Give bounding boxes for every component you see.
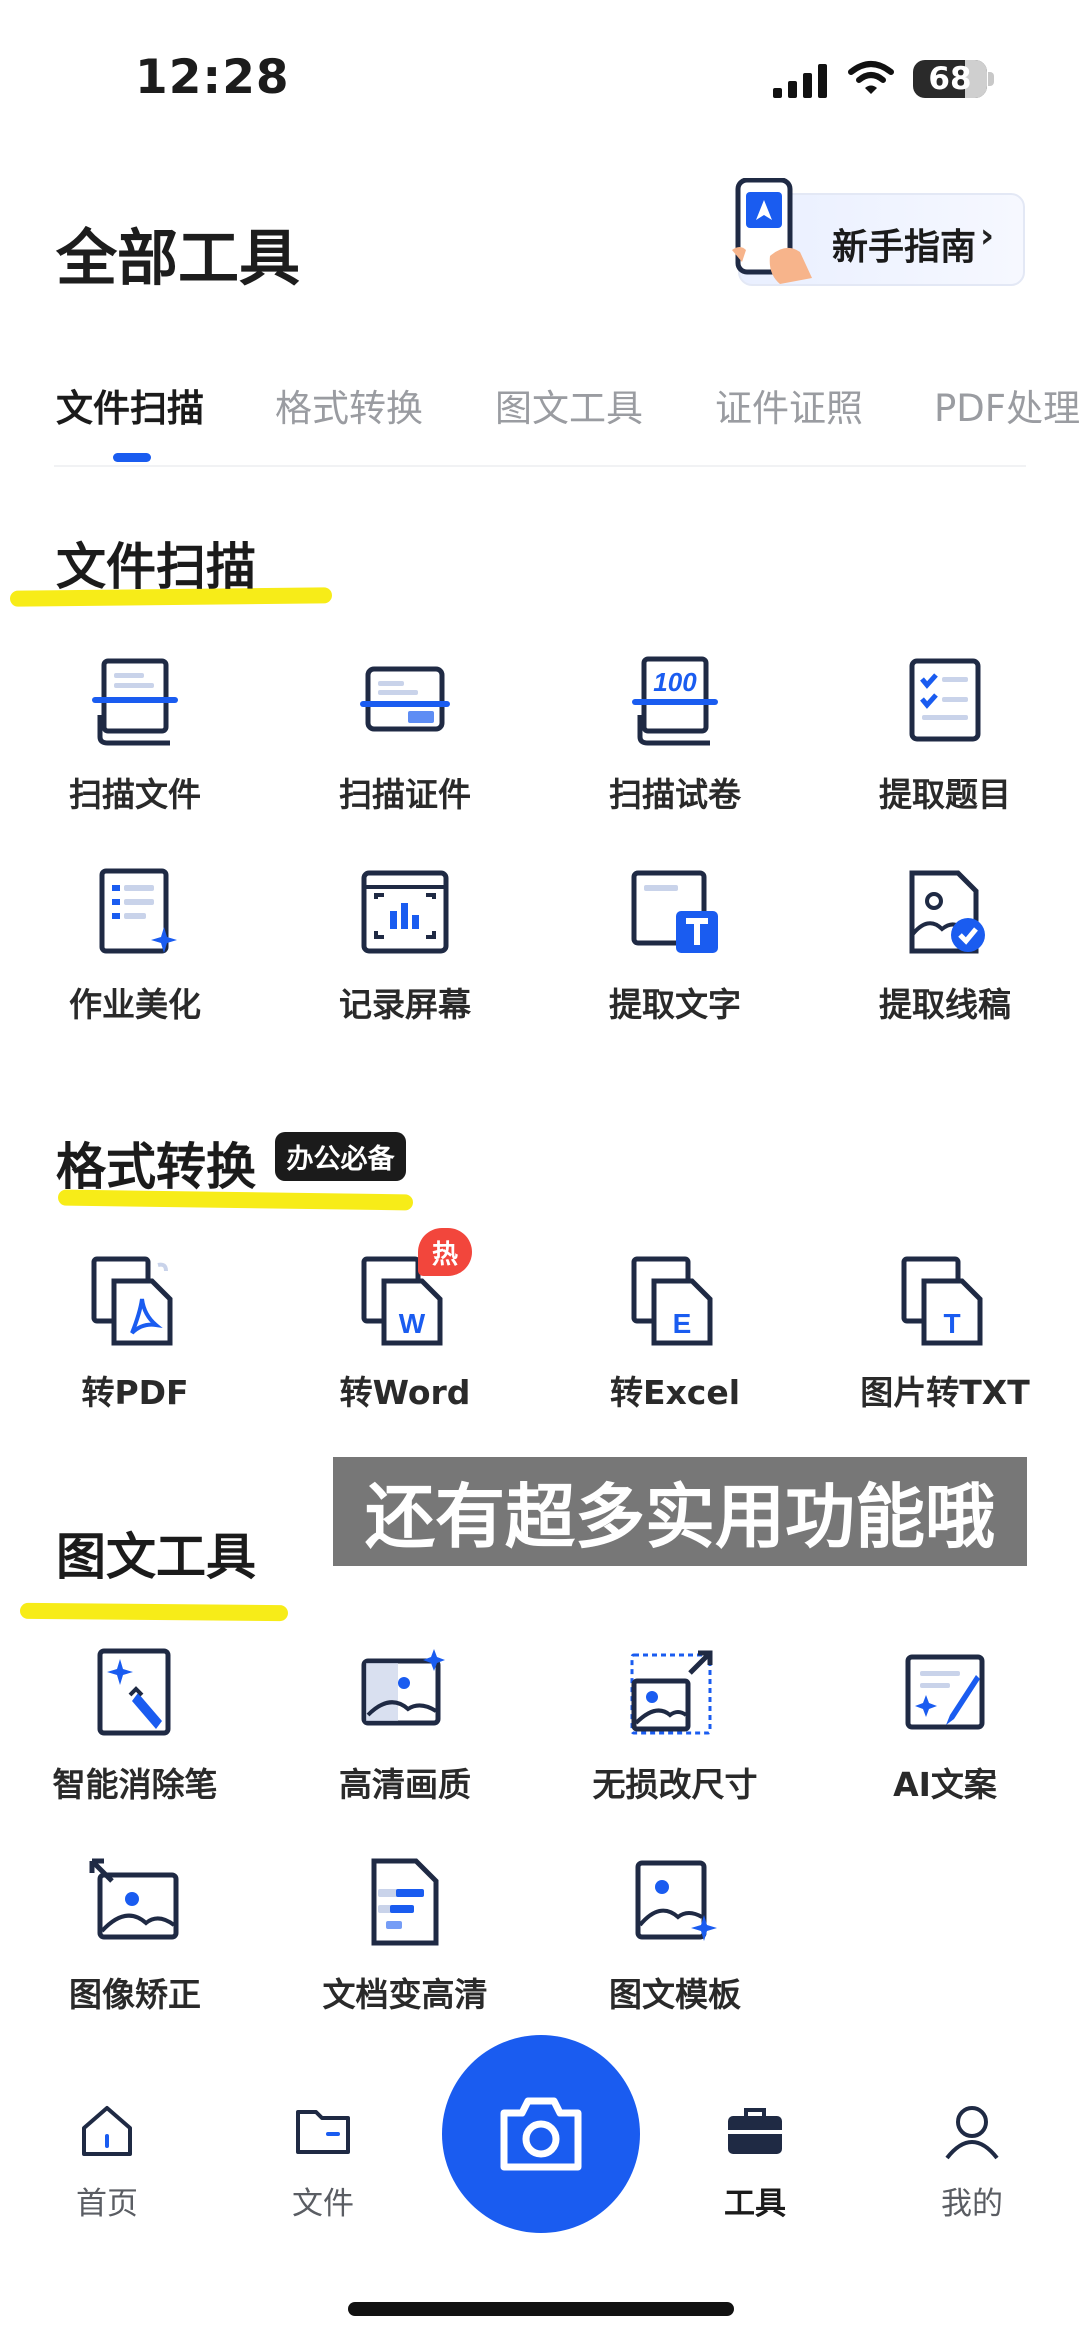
office-essential-badge: 办公必备 [275,1132,406,1181]
nav-label: 我的 [941,2186,1003,2222]
tool-label: 高清画质 [339,1765,471,1804]
document-hd-icon [371,1858,439,1946]
profile-icon [945,2106,999,2160]
tool-label: 扫描证件 [339,775,471,814]
tool-record-screen[interactable]: 记录屏幕 [270,865,540,1055]
status-time: 12:28 [135,50,290,105]
section-title-image: 图文工具 [56,1528,256,1586]
nav-profile[interactable]: 我的 [912,2100,1032,2222]
tool-label: 转Word [339,1373,471,1412]
beginner-guide-label: 新手指南 [832,227,977,268]
tool-image-template[interactable]: 图文模板 [540,1855,810,2045]
home-indicator [348,2302,734,2316]
tool-label: 图片转TXT [860,1373,1030,1412]
battery-level: 68 [928,61,972,97]
tab-id-photos[interactable]: 证件证照 [715,378,863,432]
tool-label: 记录屏幕 [339,985,471,1024]
home-icon [82,2106,132,2156]
extract-lineart-icon [909,870,985,954]
record-screen-icon [361,870,449,954]
to-pdf-icon [91,1256,173,1346]
nav-label: 文件 [292,2186,354,2222]
scan-exam-icon: 100 [632,656,718,746]
tool-label: 提取文字 [609,985,741,1024]
nav-home[interactable]: 首页 [47,2100,167,2222]
homework-beautify-icon [99,868,177,954]
toolbox-icon [728,2108,782,2154]
battery-indicator: 68 [913,60,987,98]
ai-copywriting-icon [905,1654,985,1730]
image-correction-icon [89,1858,179,1940]
tool-label: 作业美化 [69,985,201,1024]
tool-homework-beautify[interactable]: 作业美化 [0,865,270,1055]
page-title: 全部工具 [56,223,301,294]
tool-label: 图像矫正 [69,1975,201,2014]
nav-label: 首页 [76,2186,138,2222]
tool-label: 智能消除笔 [52,1765,218,1804]
lossless-resize-icon [630,1650,713,1735]
tool-label: AI文案 [893,1765,997,1804]
tab-image-tools[interactable]: 图文工具 [495,378,643,432]
tool-scan-exam[interactable]: 100 扫描试卷 [540,655,810,845]
tab-pdf-processing[interactable]: PDF处理 [934,378,1080,432]
extract-text-icon [631,870,718,953]
smart-eraser-icon [97,1648,171,1736]
tool-image-to-txt[interactable]: T 图片转TXT [810,1253,1080,1443]
tool-extract-text[interactable]: 提取文字 [540,865,810,1055]
svg-text:E: E [673,1308,692,1339]
tool-label: 提取题目 [879,775,1011,814]
nav-files[interactable]: 文件 [263,2100,383,2222]
tool-scan-document[interactable]: 扫描文件 [0,655,270,845]
tool-label: 扫描文件 [69,775,201,814]
svg-text:W: W [399,1308,426,1339]
nav-tools[interactable]: 工具 [695,2100,815,2222]
tool-to-word[interactable]: W 转Word [270,1253,540,1443]
tool-label: 提取线稿 [879,985,1011,1024]
tool-extract-questions[interactable]: 提取题目 [810,655,1080,845]
camera-scan-button[interactable] [442,2035,640,2233]
nav-label: 工具 [724,2186,786,2222]
tool-label: 转Excel [609,1373,741,1412]
hot-badge: 热 [418,1228,472,1276]
tool-label: 扫描试卷 [609,775,741,814]
tool-extract-lineart[interactable]: 提取线稿 [810,865,1080,1055]
tool-label: 无损改尺寸 [592,1765,758,1804]
section-title-convert: 格式转换 [56,1138,256,1196]
section-title-scan: 文件扫描 [56,538,256,596]
svg-text:T: T [943,1308,960,1339]
tool-label: 转PDF [81,1373,189,1412]
image-template-icon [635,1860,717,1941]
wifi-icon [848,61,894,94]
image-to-txt-icon: T [901,1256,983,1346]
tool-to-excel[interactable]: E 转Excel [540,1253,810,1443]
tool-ai-copywriting[interactable]: AI文案 [810,1645,1080,1835]
tool-to-pdf[interactable]: 转PDF [0,1253,270,1443]
tool-smart-eraser[interactable]: 智能消除笔 [0,1645,270,1835]
cellular-signal-icon [773,64,827,98]
tool-hd-quality[interactable]: 高清画质 [270,1645,540,1835]
scan-id-card-icon [360,666,450,732]
folder-icon [296,2110,350,2154]
tab-format-convert[interactable]: 格式转换 [275,378,423,432]
hd-quality-icon [361,1649,445,1726]
extract-questions-icon [909,658,981,742]
tool-label: 文档变高清 [322,1975,488,2014]
tool-scan-id-card[interactable]: 扫描证件 [270,655,540,845]
to-excel-icon: E [631,1256,713,1346]
scan-document-icon [92,658,178,746]
highlight-stroke [19,1602,289,1622]
tab-divider [54,465,1026,467]
tool-image-correction[interactable]: 图像矫正 [0,1855,270,2045]
svg-text:100: 100 [653,667,697,697]
tab-file-scan[interactable]: 文件扫描 [56,378,204,432]
tool-label: 图文模板 [609,1975,741,2014]
chevron-right-icon: › [980,216,995,256]
camera-icon [500,2097,582,2171]
promo-caption: 还有超多实用功能哦 [333,1457,1027,1566]
tool-lossless-resize[interactable]: 无损改尺寸 [540,1645,810,1835]
active-tab-indicator [113,453,151,462]
tool-document-hd[interactable]: 文档变高清 [270,1855,540,2045]
phone-guide-icon [732,178,812,284]
battery-cap [988,72,994,86]
